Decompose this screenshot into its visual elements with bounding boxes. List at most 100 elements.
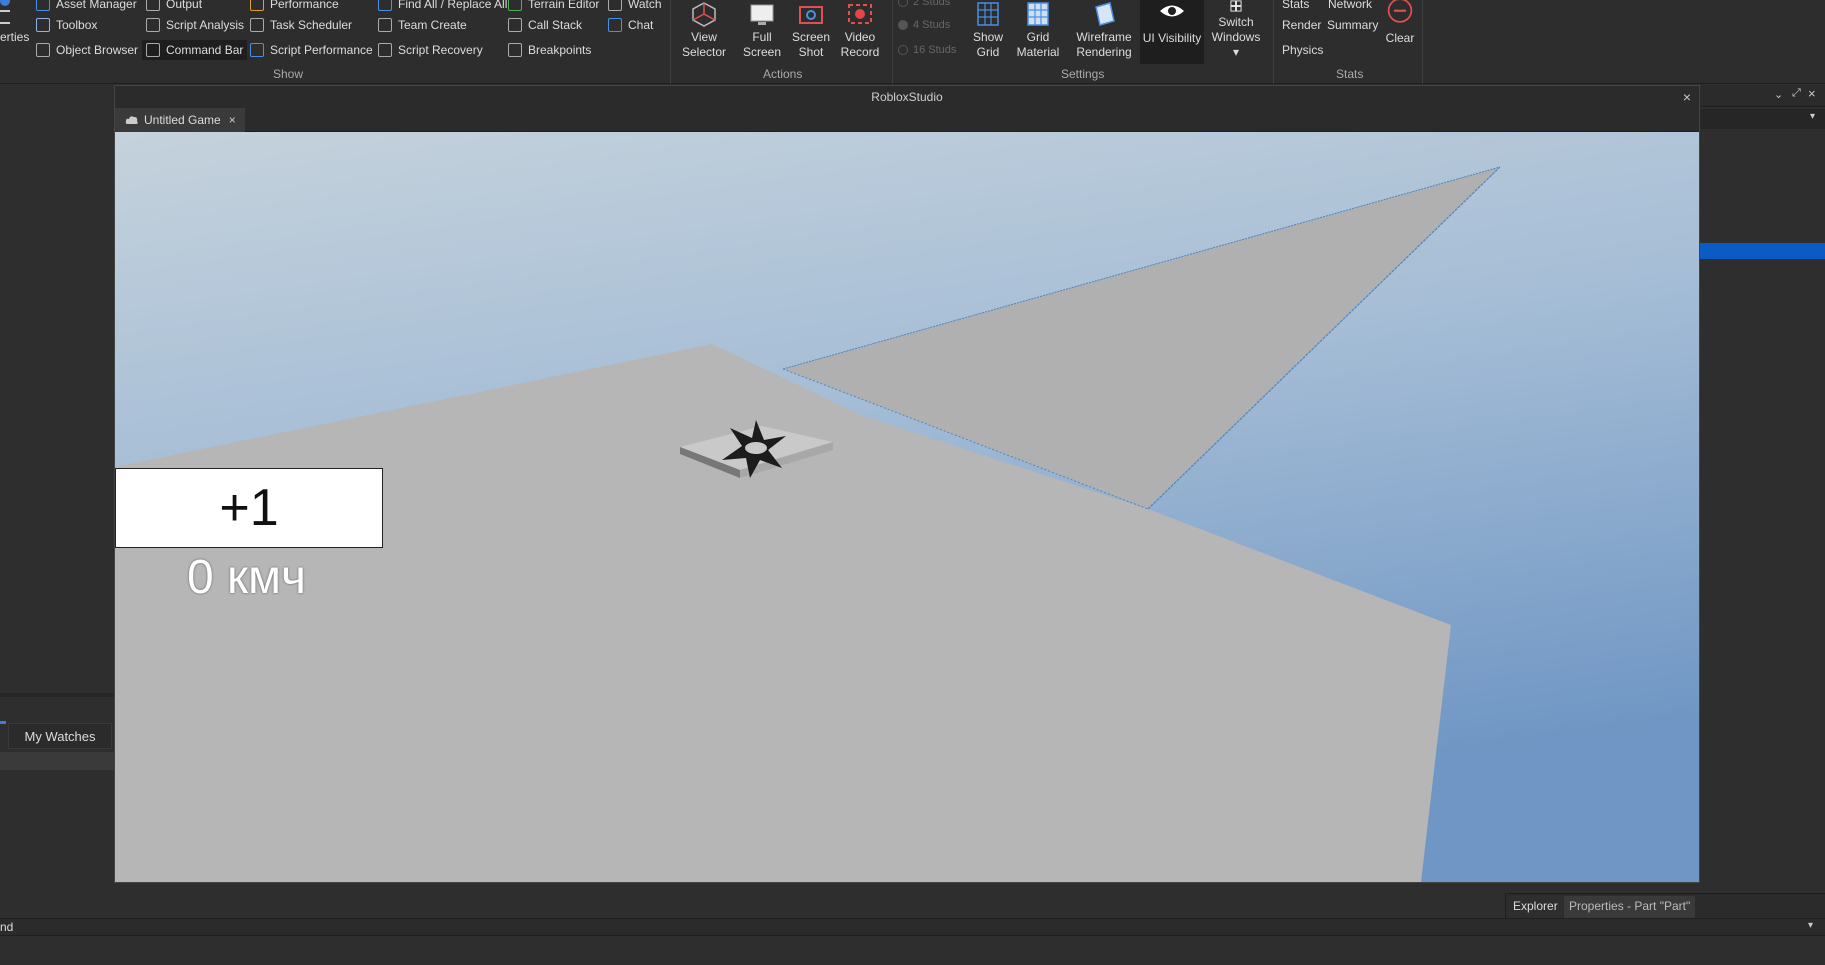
- separator: [892, 0, 893, 84]
- clear-icon: [1387, 0, 1413, 23]
- show-item-label: Breakpoints: [528, 43, 592, 57]
- show-item-watch[interactable]: Watch: [608, 0, 662, 14]
- wireframe-label-2: Rendering: [1076, 45, 1132, 59]
- show-item-script-analysis[interactable]: Script Analysis: [146, 15, 244, 35]
- script-analysis-icon: [146, 18, 160, 32]
- speed-label: 0 кмч: [187, 551, 307, 604]
- chat-icon: [608, 18, 622, 32]
- script-recovery-icon: [378, 43, 392, 57]
- screen-shot-label-1: Screen: [791, 30, 831, 44]
- score-label: +1: [115, 468, 383, 548]
- summary-button[interactable]: Summary: [1327, 15, 1378, 35]
- show-item-label: Output: [166, 0, 203, 11]
- show-item-team-create[interactable]: Team Create: [378, 15, 467, 35]
- network-label: Network: [1328, 0, 1373, 11]
- show-item-task-scheduler[interactable]: Task Scheduler: [250, 15, 352, 35]
- show-item-label: Chat: [628, 18, 654, 32]
- view-selector-label-2: Selector: [681, 45, 727, 59]
- show-item-call-stack[interactable]: Call Stack: [508, 15, 582, 35]
- window-titlebar[interactable]: RobloxStudio ×: [115, 86, 1699, 108]
- separator: [670, 0, 671, 84]
- studs-16-radio[interactable]: 16 Studs: [898, 44, 956, 56]
- grid-material-button[interactable]: Grid Material: [1016, 0, 1060, 64]
- chevron-down-icon[interactable]: ⌄: [1774, 88, 1783, 101]
- search-row[interactable]: [1700, 109, 1825, 129]
- show-item-toolbox[interactable]: Toolbox: [36, 15, 97, 35]
- show-grid-label-2: Grid: [976, 45, 1000, 59]
- screen-shot-label-2: Shot: [798, 45, 824, 59]
- show-section-label: Show: [273, 67, 304, 81]
- screen-shot-button[interactable]: Screen Shot: [792, 0, 830, 64]
- game-viewport[interactable]: +1 0 кмч: [115, 132, 1699, 882]
- video-record-label-2: Record: [840, 45, 880, 59]
- grid-icon: [977, 2, 999, 26]
- wireframe-icon: [1095, 2, 1115, 26]
- show-item-label: Object Browser: [56, 43, 139, 57]
- command-dropdown-icon[interactable]: ▾: [1808, 920, 1813, 931]
- render-button[interactable]: Render: [1282, 15, 1321, 35]
- physics-label: Physics: [1282, 43, 1324, 57]
- switch-windows-button[interactable]: Switch Windows ▾: [1208, 0, 1264, 64]
- my-watches-tab[interactable]: My Watches: [8, 723, 112, 749]
- untitled-game-tab[interactable]: Untitled Game ×: [115, 108, 245, 132]
- clear-label: Clear: [1385, 31, 1415, 45]
- dropdown-chevron-icon[interactable]: ▾: [1810, 111, 1815, 122]
- toolbox-icon: [36, 18, 50, 32]
- watch-icon: [608, 0, 622, 11]
- show-item-label: Find All / Replace All: [398, 0, 508, 11]
- show-item-script-performance[interactable]: Script Performance: [250, 40, 373, 60]
- show-item-performance[interactable]: Performance: [250, 0, 339, 14]
- full-screen-button[interactable]: Full Screen: [743, 0, 781, 64]
- team-create-icon: [378, 18, 392, 32]
- properties-tab[interactable]: Properties - Part "Part": [1564, 896, 1696, 918]
- show-item-label: Task Scheduler: [270, 18, 353, 32]
- network-button[interactable]: Network: [1328, 0, 1372, 14]
- window-close-icon[interactable]: ×: [1683, 86, 1691, 108]
- show-item-label: Performance: [270, 0, 339, 11]
- show-item-label: Call Stack: [528, 18, 583, 32]
- explorer-tab[interactable]: Explorer: [1508, 896, 1563, 918]
- selected-row-highlight[interactable]: [1700, 243, 1825, 259]
- show-item-terrain-editor[interactable]: Terrain Editor: [508, 0, 599, 14]
- eye-icon: [1160, 5, 1184, 17]
- view-selector-label-1: View: [691, 30, 717, 44]
- view-selector-button[interactable]: View Selector: [682, 0, 726, 64]
- show-item-object-browser[interactable]: Object Browser: [36, 40, 138, 60]
- physics-button[interactable]: Physics: [1282, 40, 1323, 60]
- stats-button[interactable]: Stats: [1282, 0, 1309, 14]
- command-input[interactable]: nd ▾: [0, 918, 1825, 936]
- radio-dot: [898, 45, 908, 55]
- hamburger-menu-icon[interactable]: [0, 10, 10, 24]
- find-replace-icon: [378, 0, 392, 11]
- show-item-command-bar[interactable]: Command Bar: [142, 40, 248, 60]
- clear-button[interactable]: Clear: [1380, 0, 1420, 64]
- properties-partial-label[interactable]: erties: [0, 30, 29, 44]
- video-record-label-1: Video: [844, 30, 876, 44]
- show-item-breakpoints[interactable]: Breakpoints: [508, 40, 591, 60]
- panel-header: [1700, 85, 1825, 107]
- object-browser-icon: [36, 43, 50, 57]
- show-item-find-all-replace-all[interactable]: Find All / Replace All: [378, 0, 507, 14]
- grid-material-label-2: Material: [1016, 45, 1060, 59]
- undock-icon[interactable]: ⤢: [1792, 87, 1801, 100]
- studs-4-radio[interactable]: 4 Studs: [898, 19, 950, 31]
- show-item-asset-manager[interactable]: Asset Manager: [36, 0, 137, 14]
- ui-visibility-button[interactable]: UI Visibility: [1140, 0, 1204, 64]
- cloud-icon: [125, 116, 138, 124]
- tab-close-icon[interactable]: ×: [229, 113, 236, 127]
- show-item-script-recovery[interactable]: Script Recovery: [378, 40, 483, 60]
- full-screen-icon: [750, 4, 774, 25]
- show-grid-button[interactable]: Show Grid: [970, 0, 1006, 64]
- separator: [1422, 0, 1423, 84]
- document-tab-bar: Untitled Game ×: [115, 108, 1699, 132]
- wireframe-rendering-button[interactable]: Wireframe Rendering: [1074, 0, 1134, 64]
- performance-icon: [250, 0, 264, 11]
- close-icon[interactable]: ×: [1808, 86, 1816, 101]
- show-item-chat[interactable]: Chat: [608, 15, 653, 35]
- studs-2-radio[interactable]: 2 Studs: [898, 0, 950, 8]
- camera-icon: [799, 6, 823, 24]
- video-record-button[interactable]: Video Record: [840, 0, 880, 64]
- show-item-output[interactable]: Output: [146, 0, 202, 14]
- panel-tab-indicator: [0, 721, 6, 724]
- info-icon: [0, 0, 10, 6]
